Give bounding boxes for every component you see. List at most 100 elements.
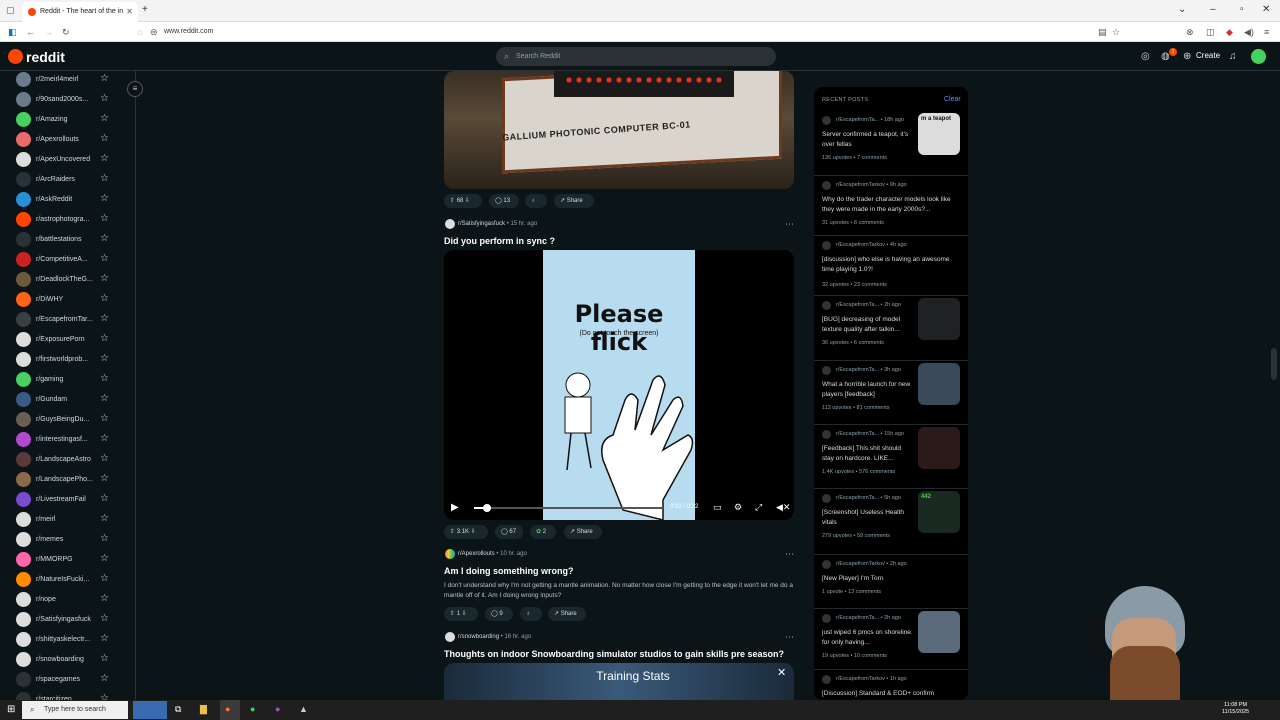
sidebar-item[interactable]: r/Apexrollouts ☆	[16, 132, 116, 148]
app-icon[interactable]: ▲	[299, 704, 308, 714]
favorite-star-icon[interactable]: ☆	[100, 213, 109, 224]
sidebar-item[interactable]: r/ApexUncovered ☆	[16, 152, 116, 168]
sidebar-item[interactable]: r/snowboarding ☆	[16, 652, 116, 668]
more-options-icon[interactable]: ⋯	[785, 219, 794, 230]
favorite-star-icon[interactable]: ☆	[100, 333, 109, 344]
post-subreddit[interactable]: r/snowboarding	[458, 634, 499, 640]
sidebar-item[interactable]: r/EscapefromTar... ☆	[16, 312, 116, 328]
favorite-star-icon[interactable]: ☆	[100, 653, 109, 664]
more-options-icon[interactable]: ⋯	[785, 549, 794, 560]
play-icon[interactable]: ▶	[451, 502, 459, 513]
search-input[interactable]: ⌕ Search Reddit	[496, 47, 776, 66]
favorite-star-icon[interactable]: ☆	[100, 493, 109, 504]
close-icon[interactable]: ✕	[777, 666, 786, 679]
create-plus-icon[interactable]: ⊕	[1183, 51, 1191, 62]
recent-post-item[interactable]: r/EscapefromTa... • 15h ago [Feedback] Th…	[814, 425, 968, 489]
vote-pill[interactable]: ⇧ 68 ⇩	[444, 194, 482, 208]
favorite-star-icon[interactable]: ☆	[100, 73, 109, 84]
sidebar-item[interactable]: r/90sand2000s... ☆	[16, 92, 116, 108]
windows-start-icon[interactable]: ⊞	[7, 704, 15, 715]
sidebar-item[interactable]: r/Satisfyingasfuck ☆	[16, 612, 116, 628]
subreddit-avatar[interactable]	[445, 219, 455, 229]
recent-post-thumbnail[interactable]	[918, 427, 960, 469]
recent-post-item[interactable]: r/EscapefromTa... • 3h ago What a horribl…	[814, 361, 968, 425]
recent-post-item[interactable]: r/EscapefromTa... • 2h ago just wiped 6 p…	[814, 609, 968, 670]
sidebar-item[interactable]: r/ExposurePorn ☆	[16, 332, 116, 348]
vote-pill[interactable]: ⇧ 1 ⇩	[444, 607, 478, 621]
collapse-sidebar-icon[interactable]: ≡	[127, 81, 143, 97]
sidebar-item[interactable]: r/NatureIsFucki... ☆	[16, 572, 116, 588]
favorite-star-icon[interactable]: ☆	[100, 513, 109, 524]
bookmark-star-icon[interactable]: ☆	[1112, 27, 1120, 38]
favorite-star-icon[interactable]: ☆	[100, 173, 109, 184]
sidebar-item[interactable]: r/gaming ☆	[16, 372, 116, 388]
favorite-star-icon[interactable]: ☆	[100, 473, 109, 484]
reddit-logo-text[interactable]: reddit	[26, 49, 65, 65]
post-image-training[interactable]: Training Stats ✕	[444, 663, 794, 700]
favorite-star-icon[interactable]: ☆	[100, 593, 109, 604]
comments-button[interactable]: ◯ 67	[495, 525, 523, 539]
more-options-icon[interactable]: ⋯	[785, 632, 794, 643]
recent-post-item[interactable]: r/EscapefromTarkov • 4h ago [discussion] …	[814, 236, 968, 296]
sidebar-item[interactable]: r/firstworldprob... ☆	[16, 352, 116, 368]
recent-post-thumbnail[interactable]: 442	[918, 491, 960, 533]
share-button[interactable]: ↗ Share	[548, 607, 586, 621]
sidebar-item[interactable]: r/interestingasf... ☆	[16, 432, 116, 448]
share-button[interactable]: ↗ Share	[564, 525, 602, 539]
favorite-star-icon[interactable]: ☆	[100, 193, 109, 204]
comments-button[interactable]: ◯ 9	[485, 607, 513, 621]
minimize-icon[interactable]: –	[1210, 4, 1216, 15]
sidebar-item[interactable]: r/Gundam ☆	[16, 392, 116, 408]
captions-icon[interactable]: ▭	[713, 502, 722, 513]
favorite-star-icon[interactable]: ☆	[100, 573, 109, 584]
forward-icon[interactable]: →	[44, 27, 53, 37]
system-clock[interactable]: 11:08 PM 11/15/2025	[1222, 702, 1249, 716]
sidebar-item[interactable]: r/ArcRaiders ☆	[16, 172, 116, 188]
mute-icon[interactable]: ◀✕	[776, 502, 790, 513]
sidebar-item[interactable]: r/2meirl4meirl ☆	[16, 72, 116, 88]
settings-gear-icon[interactable]: ⚙	[734, 502, 742, 513]
favorite-star-icon[interactable]: ☆	[100, 633, 109, 644]
recent-post-thumbnail[interactable]: m a teapot	[918, 113, 960, 155]
recent-post-thumbnail[interactable]	[918, 363, 960, 405]
extension-icon[interactable]: ⊗	[1186, 27, 1194, 38]
notification-bell-icon[interactable]: ♫	[1229, 51, 1237, 62]
favorite-star-icon[interactable]: ☆	[100, 453, 109, 464]
favorite-star-icon[interactable]: ☆	[100, 533, 109, 544]
new-tab-icon[interactable]: +	[142, 4, 148, 15]
page-scrollbar[interactable]	[1271, 348, 1277, 380]
sidebar-item[interactable]: r/LivestreamFail ☆	[16, 492, 116, 508]
sidebar-item[interactable]: r/LandscapePho... ☆	[16, 472, 116, 488]
award-button[interactable]: ✿ 2	[530, 525, 556, 539]
favorite-star-icon[interactable]: ☆	[100, 153, 109, 164]
file-explorer-icon[interactable]: ▇	[200, 704, 207, 715]
seekbar-handle[interactable]	[483, 504, 492, 512]
share-button[interactable]: ↗ Share	[554, 194, 594, 208]
favorite-star-icon[interactable]: ☆	[100, 93, 109, 104]
favorite-star-icon[interactable]: ☆	[100, 693, 109, 700]
recent-post-item[interactable]: r/EscapefromTa... • 5h ago [Screenshot] U…	[814, 489, 968, 555]
speaker-icon[interactable]: ◀)	[1244, 27, 1254, 38]
firefox-icon[interactable]: ●	[225, 704, 230, 714]
task-view-icon[interactable]: ⧉	[175, 704, 181, 715]
sidebar-item[interactable]: r/battlestations ☆	[16, 232, 116, 248]
favorite-star-icon[interactable]: ☆	[100, 353, 109, 364]
maximize-icon[interactable]: ▫	[1240, 4, 1244, 15]
sidebar-item[interactable]: r/MMORPG ☆	[16, 552, 116, 568]
sidebar-item[interactable]: r/CompetitiveA... ☆	[16, 252, 116, 268]
vote-pill[interactable]: ⇧ 3.1K ⇩	[444, 525, 488, 539]
weather-widget-icon[interactable]	[133, 701, 167, 719]
sidebar-item[interactable]: r/nope ☆	[16, 592, 116, 608]
award-button[interactable]: ♁	[520, 607, 542, 621]
user-avatar[interactable]	[1251, 49, 1266, 64]
recent-post-item[interactable]: r/EscapefromTarkov • 2h ago [New Player] …	[814, 555, 968, 609]
favorite-star-icon[interactable]: ☆	[100, 553, 109, 564]
recent-post-item[interactable]: r/EscapefromTa... • 18h ago Server confir…	[814, 111, 968, 176]
pocket-icon[interactable]: ◫	[1206, 27, 1215, 38]
tracking-shield-icon[interactable]: ◌	[137, 27, 142, 37]
create-button[interactable]: Create	[1196, 51, 1220, 60]
menu-icon[interactable]: ≡	[1264, 27, 1269, 37]
post-subreddit[interactable]: r/Satisfyingasfuck	[458, 221, 505, 227]
favorite-star-icon[interactable]: ☆	[100, 433, 109, 444]
post-subreddit[interactable]: r/Apexrollouts	[458, 551, 495, 557]
